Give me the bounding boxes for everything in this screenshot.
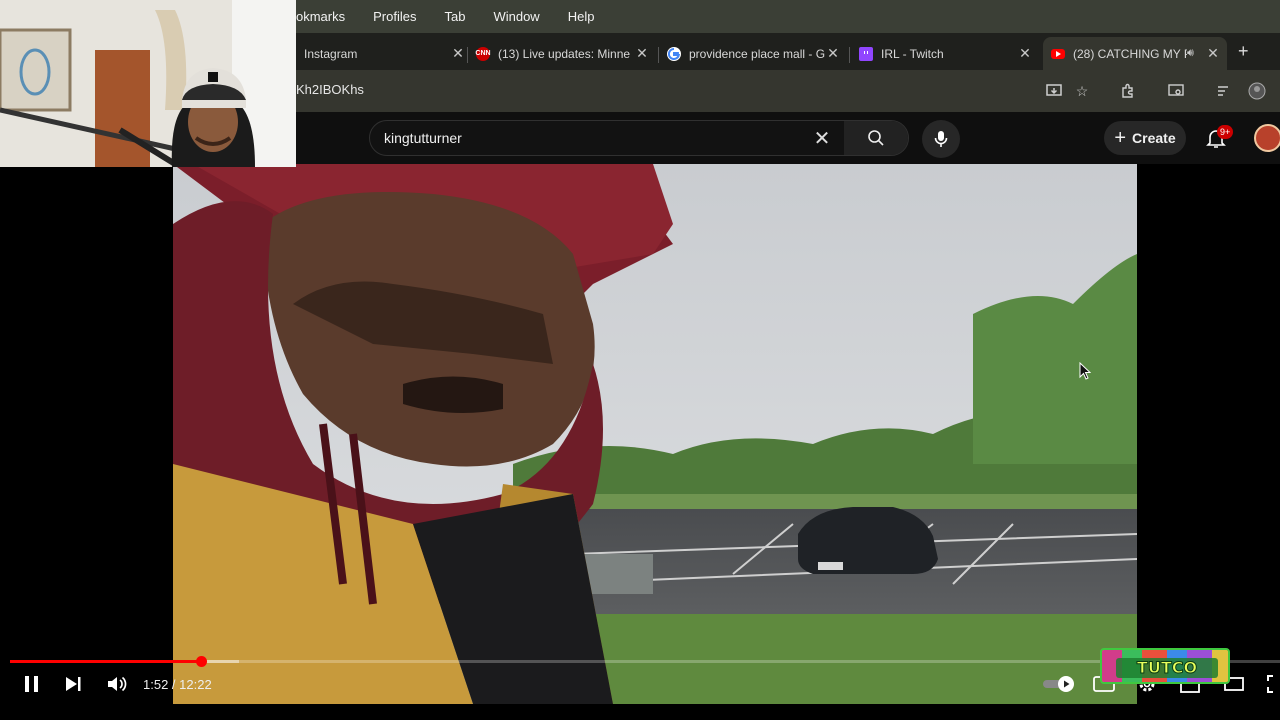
mouse-cursor-icon [1079, 362, 1091, 380]
close-icon[interactable]: ✕ [450, 45, 466, 62]
fullscreen-icon[interactable] [1266, 674, 1280, 694]
cast-media-icon[interactable] [1165, 80, 1187, 102]
progress-played [10, 660, 202, 663]
search-button[interactable] [844, 121, 908, 155]
tab-divider [849, 47, 850, 63]
volume-icon[interactable] [106, 674, 128, 694]
tab-cnn[interactable]: CNN (13) Live updates: Minne ✕ [475, 37, 650, 70]
close-icon[interactable]: ✕ [1205, 45, 1221, 62]
plus-icon: + [1114, 126, 1127, 149]
reading-list-icon[interactable] [1213, 80, 1235, 102]
profile-avatar-icon[interactable] [1246, 80, 1268, 102]
new-tab-icon[interactable]: + [1238, 41, 1249, 62]
microphone-icon [934, 131, 948, 147]
cnn-icon: CNN [475, 46, 491, 61]
tab-twitch[interactable]: IRL - Twitch ✕ [859, 37, 1033, 70]
close-icon[interactable]: ✕ [1017, 45, 1033, 62]
tab-title: IRL - Twitch [881, 46, 944, 61]
tab-title: providence place mall - G [689, 46, 825, 61]
bookmark-star-icon[interactable]: ☆ [1071, 80, 1093, 102]
google-icon [667, 46, 681, 61]
screen: okmarks Profiles Tab Window Help Instagr… [0, 0, 1280, 720]
tab-divider [658, 47, 659, 63]
avatar[interactable] [1254, 124, 1280, 152]
search-icon [868, 130, 884, 146]
notification-count-badge: 9+ [1217, 125, 1234, 139]
webcam-overlay [0, 0, 296, 167]
create-button[interactable]: + Create [1104, 121, 1186, 155]
extensions-icon[interactable] [1117, 80, 1139, 102]
tab-youtube-active[interactable]: (28) CATCHING MY P 🔊︎ ✕ [1043, 37, 1227, 70]
install-app-icon[interactable] [1043, 80, 1065, 102]
menu-window[interactable]: Window [479, 0, 553, 33]
tab-title: Instagram [304, 46, 358, 61]
voice-search-button[interactable] [922, 120, 960, 158]
video-player[interactable]: 1:52 / 12:22 [0, 164, 1280, 720]
tab-instagram[interactable]: Instagram ✕ [296, 37, 466, 70]
youtube-icon [1051, 48, 1065, 59]
time-display: 1:52 / 12:22 [143, 677, 212, 692]
tutco-logo-overlay: TUTCO [1100, 648, 1230, 684]
logo-text: TUTCO [1137, 658, 1197, 677]
video-frame[interactable] [173, 164, 1137, 704]
menu-tab[interactable]: Tab [430, 0, 479, 33]
clear-search-icon[interactable]: ✕ [800, 126, 844, 151]
close-icon[interactable]: ✕ [825, 45, 841, 62]
twitch-icon [859, 46, 873, 61]
search-box: kingtutturner ✕ [369, 120, 909, 156]
tab-title: (13) Live updates: Minne [498, 46, 631, 61]
search-input[interactable]: kingtutturner [384, 130, 800, 146]
create-label: Create [1132, 130, 1176, 146]
speaker-icon[interactable]: 🔊︎ [1187, 47, 1205, 60]
tab-title: (28) CATCHING MY P [1073, 46, 1187, 61]
url-field[interactable]: Kh2IBOKhs [296, 82, 364, 97]
pause-button[interactable] [22, 674, 42, 694]
tab-divider [467, 47, 468, 63]
tab-google[interactable]: providence place mall - G ✕ [667, 37, 841, 70]
menu-help[interactable]: Help [554, 0, 609, 33]
menu-profiles[interactable]: Profiles [359, 0, 430, 33]
next-video-button[interactable] [64, 675, 82, 693]
autoplay-toggle[interactable] [1042, 675, 1078, 693]
close-icon[interactable]: ✕ [634, 45, 650, 62]
